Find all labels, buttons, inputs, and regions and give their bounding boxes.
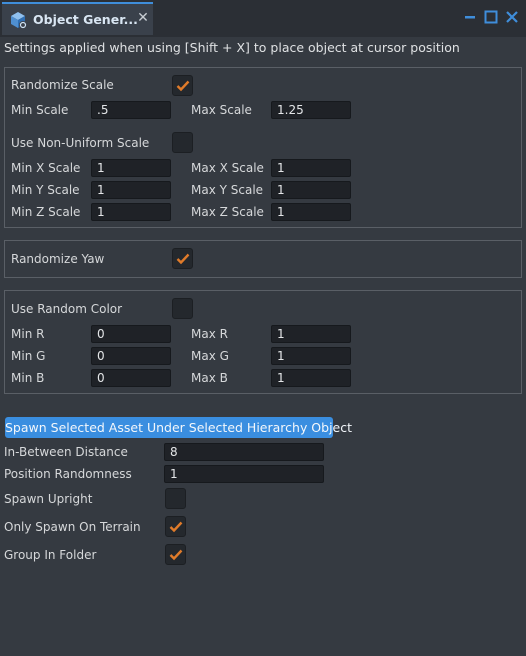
yaw-settings-group: Randomize Yaw — [4, 240, 522, 278]
max-scale-input[interactable]: 1.25 — [271, 101, 351, 119]
checkmark-icon — [176, 80, 190, 92]
min-x-scale-input[interactable]: 1 — [91, 159, 171, 177]
spawn-under-hierarchy-button[interactable]: Spawn Selected Asset Under Selected Hier… — [5, 417, 352, 438]
non-uniform-scale-checkbox[interactable] — [172, 132, 193, 153]
max-y-scale-input[interactable]: 1 — [271, 181, 351, 199]
min-scale-input[interactable]: .5 — [91, 101, 171, 119]
use-random-color-checkbox[interactable] — [172, 298, 193, 319]
only-spawn-on-terrain-label: Only Spawn On Terrain — [4, 520, 141, 534]
checkmark-icon — [176, 253, 190, 265]
randomize-yaw-label: Randomize Yaw — [11, 252, 105, 266]
description-text: Settings applied when using [Shift + X] … — [4, 40, 460, 55]
max-b-label: Max B — [191, 371, 228, 385]
min-y-scale-label: Min Y Scale — [11, 183, 80, 197]
max-g-label: Max G — [191, 349, 229, 363]
position-randomness-input[interactable]: 1 — [164, 465, 324, 483]
max-b-input[interactable]: 1 — [271, 369, 351, 387]
non-uniform-scale-label: Use Non-Uniform Scale — [11, 136, 150, 150]
in-between-distance-input[interactable]: 8 — [164, 443, 324, 461]
checkmark-icon — [169, 549, 183, 561]
min-z-scale-input[interactable]: 1 — [91, 203, 171, 221]
group-in-folder-checkbox[interactable] — [165, 544, 186, 565]
color-settings-group: Use Random Color Min R 0 Max R 1 Min G 0… — [4, 290, 522, 394]
min-y-scale-input[interactable]: 1 — [91, 181, 171, 199]
max-r-input[interactable]: 1 — [271, 325, 351, 343]
in-between-distance-label: In-Between Distance — [4, 445, 128, 459]
cube-icon — [8, 10, 28, 30]
close-icon[interactable] — [505, 10, 519, 24]
group-in-folder-label: Group In Folder — [4, 548, 97, 562]
min-r-input[interactable]: 0 — [91, 325, 171, 343]
scale-settings-group: Randomize Scale Min Scale .5 Max Scale 1… — [4, 67, 522, 228]
minimize-icon[interactable] — [463, 10, 477, 24]
min-x-scale-label: Min X Scale — [11, 161, 81, 175]
spawn-upright-checkbox[interactable] — [165, 488, 186, 509]
min-scale-label: Min Scale — [11, 103, 69, 117]
min-b-input[interactable]: 0 — [91, 369, 171, 387]
min-b-label: Min B — [11, 371, 45, 385]
spawn-upright-label: Spawn Upright — [4, 492, 93, 506]
use-random-color-label: Use Random Color — [11, 302, 123, 316]
min-g-label: Min G — [11, 349, 46, 363]
randomize-scale-checkbox[interactable] — [172, 75, 193, 96]
tab-close-icon[interactable]: ✕ — [136, 10, 150, 26]
max-x-scale-label: Max X Scale — [191, 161, 264, 175]
min-r-label: Min R — [11, 327, 45, 341]
tab-title: Object Gener... — [33, 12, 138, 27]
randomize-scale-label: Randomize Scale — [11, 78, 114, 92]
position-randomness-label: Position Randomness — [4, 467, 132, 481]
max-r-label: Max R — [191, 327, 228, 341]
max-y-scale-label: Max Y Scale — [191, 183, 264, 197]
max-scale-label: Max Scale — [191, 103, 252, 117]
max-z-scale-input[interactable]: 1 — [271, 203, 351, 221]
max-g-input[interactable]: 1 — [271, 347, 351, 365]
title-bar: Object Gener... ✕ — [0, 0, 526, 37]
tab-object-generator[interactable]: Object Gener... ✕ — [2, 2, 153, 35]
checkmark-icon — [169, 521, 183, 533]
randomize-yaw-checkbox[interactable] — [172, 248, 193, 269]
max-x-scale-input[interactable]: 1 — [271, 159, 351, 177]
maximize-icon[interactable] — [484, 10, 498, 24]
max-z-scale-label: Max Z Scale — [191, 205, 264, 219]
min-z-scale-label: Min Z Scale — [11, 205, 81, 219]
min-g-input[interactable]: 0 — [91, 347, 171, 365]
only-spawn-on-terrain-checkbox[interactable] — [165, 516, 186, 537]
